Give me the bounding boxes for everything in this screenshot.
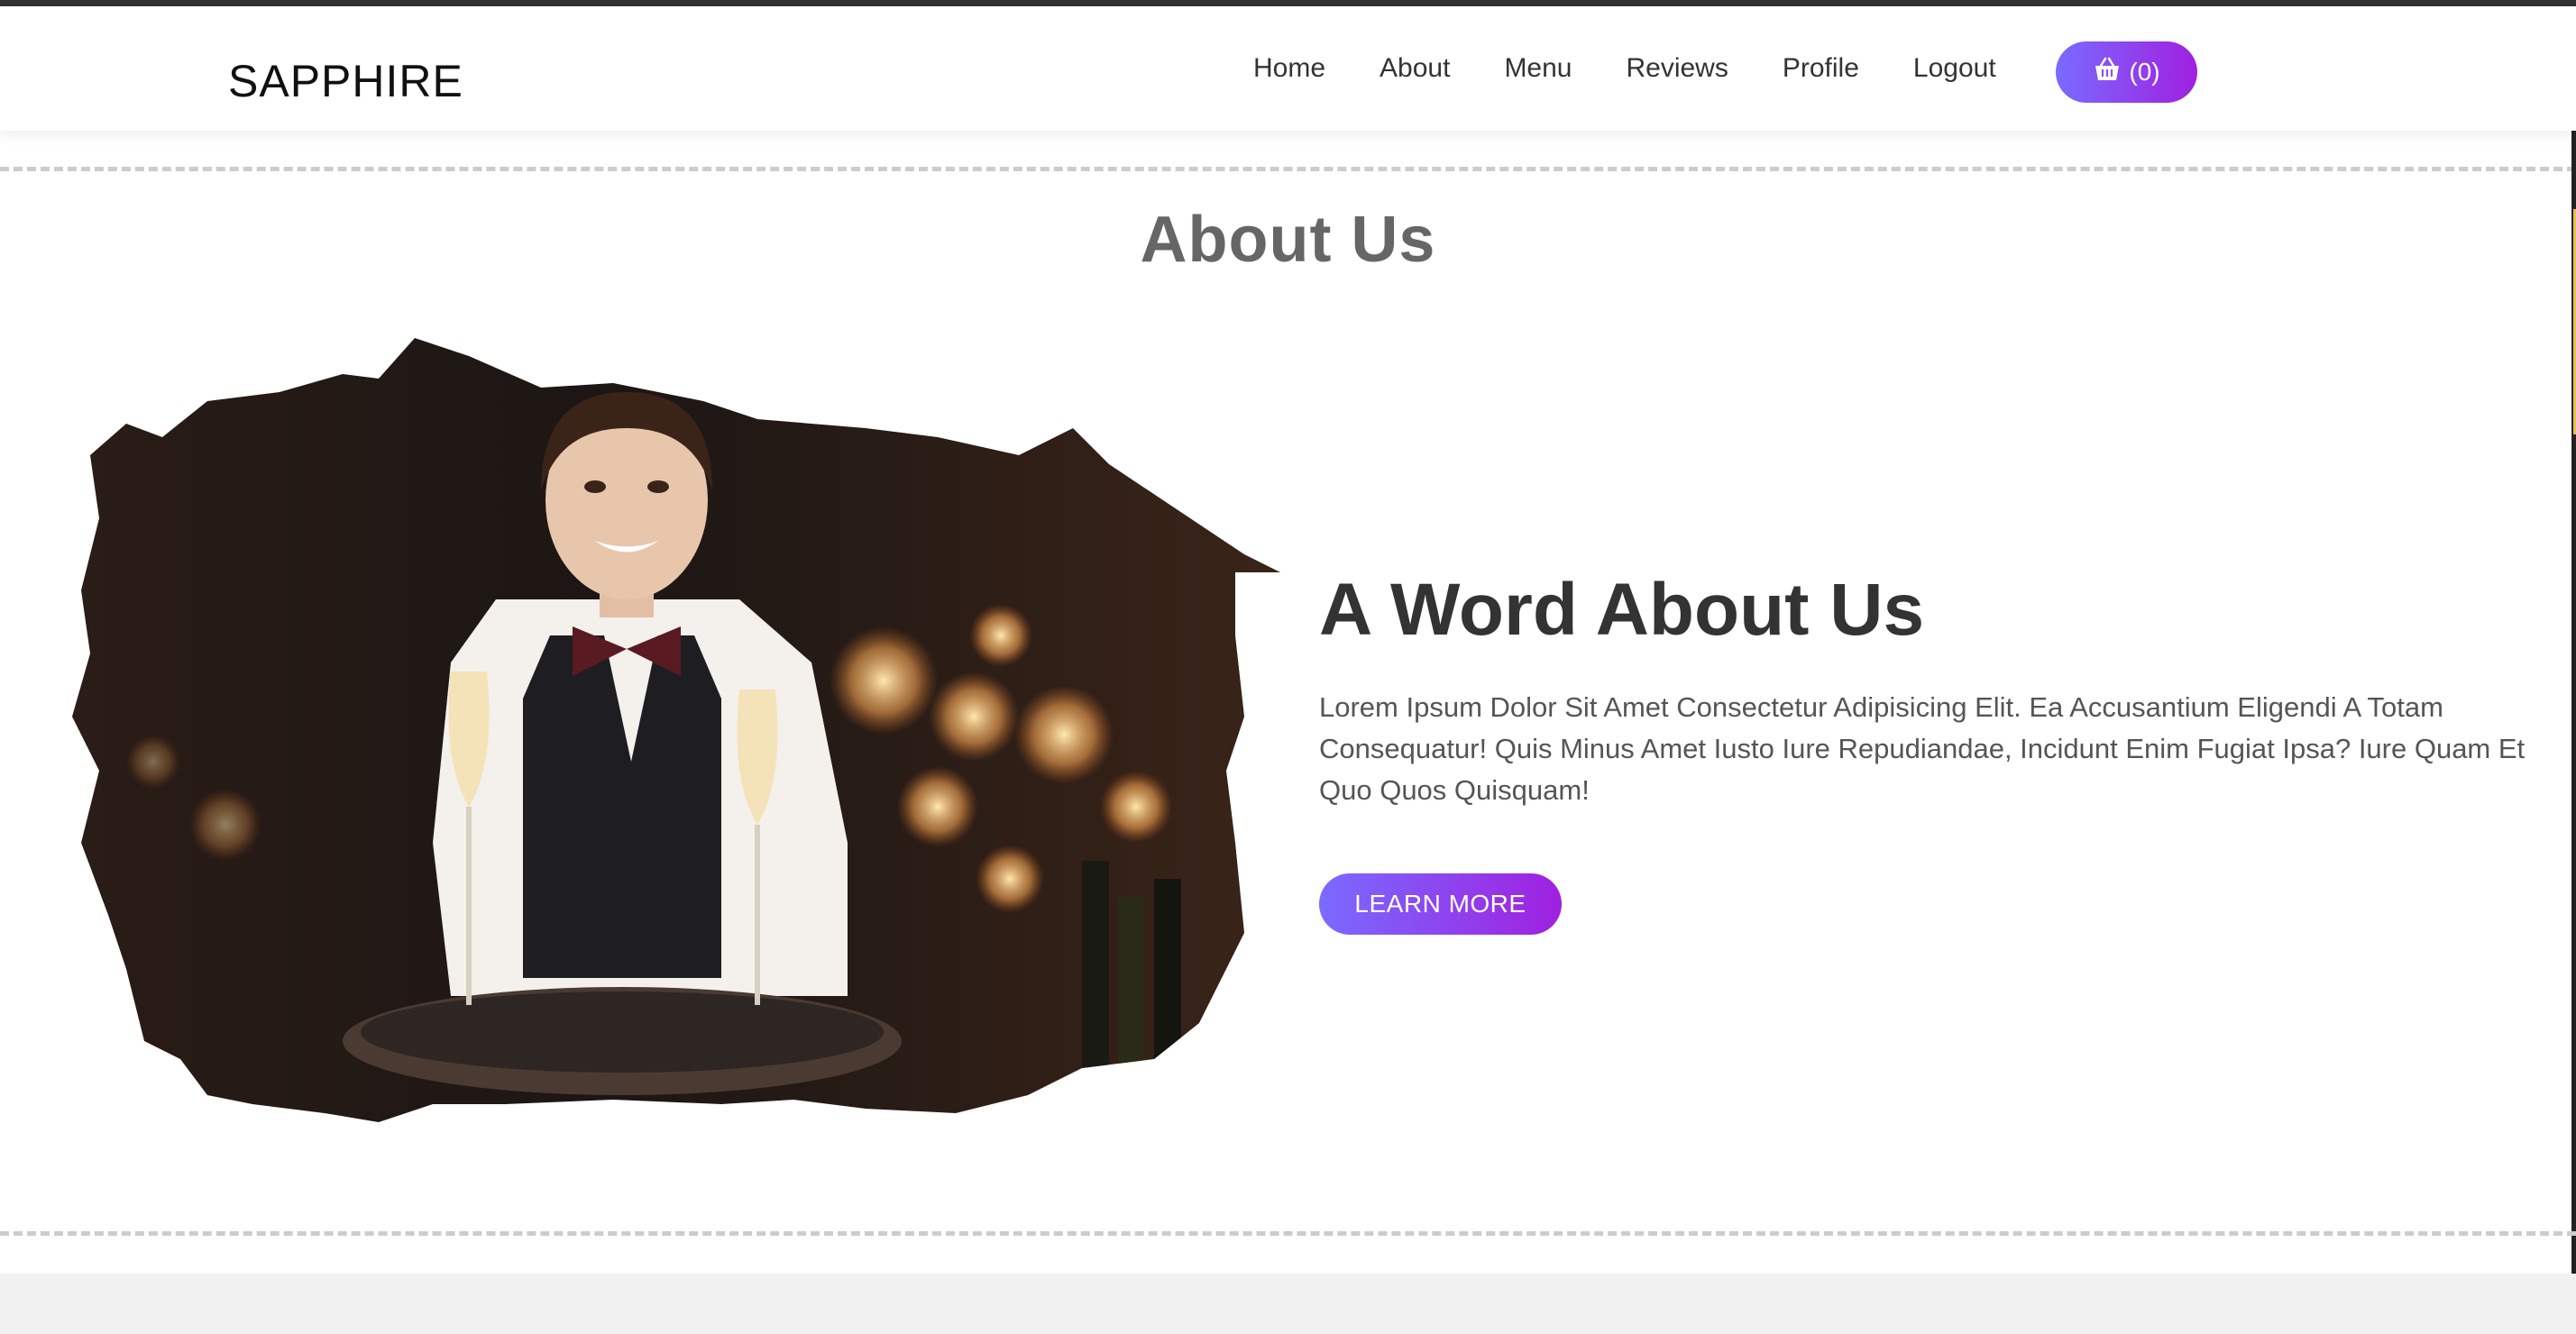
nav-logout-link[interactable]: Logout — [1913, 53, 1996, 84]
navbar: SAPPHIRE Home About Menu Reviews Profile… — [0, 6, 2576, 131]
nav-about-link[interactable]: About — [1380, 53, 1450, 84]
section-divider-bottom — [0, 1231, 2576, 1236]
page-title: About Us — [1140, 204, 1436, 276]
nav-profile-link[interactable]: Profile — [1783, 53, 1859, 84]
nav-reviews-link[interactable]: Reviews — [1626, 53, 1728, 84]
about-paragraph: Lorem Ipsum Dolor Sit Amet Consectetur A… — [1319, 691, 2526, 806]
section-divider-top — [0, 167, 2576, 171]
next-section-band — [0, 1274, 2576, 1334]
cart-count: (0) — [2129, 58, 2160, 86]
top-border — [0, 0, 2576, 6]
waitress-photo — [72, 338, 1280, 1176]
nav-home-link[interactable]: Home — [1253, 53, 1325, 84]
nav-menu-link[interactable]: Menu — [1504, 53, 1572, 84]
nav-links: Home About Menu Reviews Profile Logout — [1253, 6, 2050, 131]
shopping-basket-icon — [2093, 56, 2122, 89]
cart-button[interactable]: (0) — [2056, 41, 2197, 103]
learn-more-button[interactable]: LEARN MORE — [1319, 873, 1562, 935]
about-heading: A Word About Us — [1319, 569, 1925, 651]
logo[interactable]: SAPPHIRE — [228, 55, 463, 107]
